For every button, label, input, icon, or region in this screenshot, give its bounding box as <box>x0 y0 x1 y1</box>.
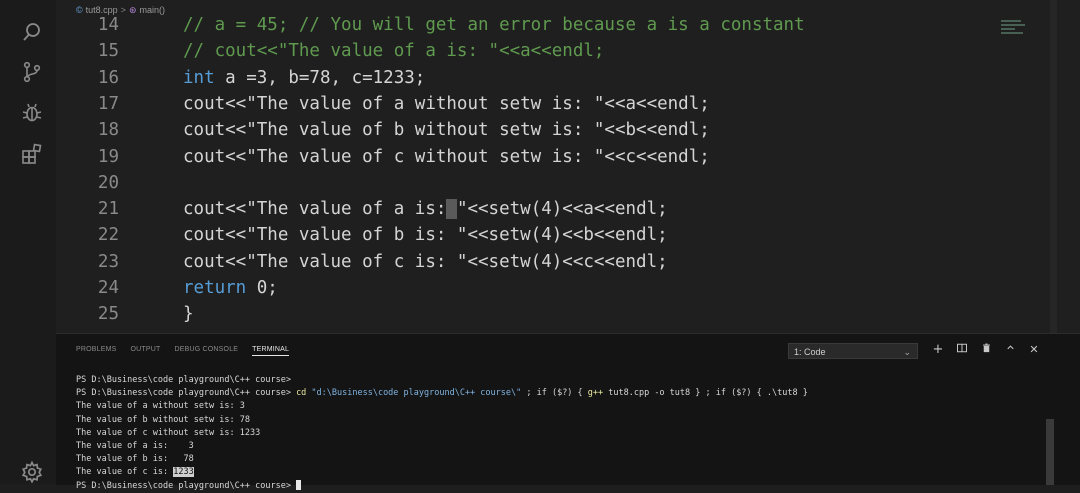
code-token: "<<setw(4)<<a<<endl; <box>456 199 668 220</box>
tab-terminal[interactable]: TERMINAL <box>252 346 290 356</box>
selected-text: 1233 <box>173 467 194 478</box>
code-line[interactable]: 16 int a =3, b=78, c=1233; <box>56 65 996 91</box>
code-line[interactable]: 22 cout<<"The value of b is: "<<setw(4)<<… <box>56 222 996 248</box>
code-token: a =3, b=78, c=1233; <box>214 67 426 88</box>
split-icon[interactable] <box>954 342 970 358</box>
terminal-line: The value of b is: 78 <box>76 453 194 466</box>
code-text[interactable]: cout<<"The value of b without setw is: "… <box>183 117 710 143</box>
tab-problems[interactable]: PROBLEMS <box>76 346 117 356</box>
close-icon[interactable]: ✕ <box>1026 342 1042 358</box>
code-line[interactable]: 18 cout<<"The value of b without setw is:… <box>56 117 996 143</box>
line-number: 21 <box>97 199 119 220</box>
terminal-line: PS D:\Business\code playground\C++ cours… <box>76 480 302 493</box>
line-number: 14 <box>97 15 119 35</box>
code-text[interactable]: return 0; <box>183 275 278 301</box>
code-line[interactable]: 25} <box>56 301 996 327</box>
code-token: cout<<"The value of a without setw is: "… <box>183 93 710 114</box>
code-token: cout<<"The value of b without setw is: "… <box>183 120 710 141</box>
settings-gear-icon[interactable] <box>20 460 44 484</box>
code-text[interactable]: } <box>183 301 194 327</box>
terminal-text: g++ <box>587 388 604 399</box>
search-icon[interactable] <box>20 20 44 44</box>
chevron-down-icon: ⌄ <box>903 347 911 357</box>
code-text[interactable]: // a = 45; // You will get an error beca… <box>183 12 805 38</box>
terminal-text: PS D:\Business\code playground\C++ cours… <box>76 388 297 399</box>
terminal-line: The value of a without setw is: 3 <box>76 400 245 413</box>
add-icon[interactable]: + <box>930 342 946 358</box>
terminal-line: PS D:\Business\code playground\C++ cours… <box>76 374 291 387</box>
line-number: 24 <box>97 278 119 298</box>
terminal-text: The value of b without setw is: 78 <box>76 414 250 425</box>
editor-scrollbar[interactable] <box>1050 0 1057 333</box>
line-number: 23 <box>97 251 119 272</box>
code-line[interactable]: 17 cout<<"The value of a without setw is:… <box>56 91 996 117</box>
terminal-text: The value of a is: 3 <box>76 441 194 451</box>
line-number: 19 <box>97 146 119 167</box>
terminal-line: The value of c without setw is: 1233 <box>76 427 260 440</box>
terminal-text: The value of c is: <box>76 467 174 478</box>
tab-output[interactable]: OUTPUT <box>131 346 161 356</box>
code-token: // a = 45; // You will get an error beca… <box>183 15 805 35</box>
code-editor[interactable]: © tut8.cpp > ⊛ main() 14// a = 45; // Yo… <box>56 0 1080 333</box>
debug-icon[interactable] <box>20 101 44 125</box>
code-token: // cout<<"The value of a is: "<<a<<endl; <box>183 41 605 62</box>
terminal-text: cd <box>296 388 312 399</box>
code-text[interactable]: cout<<"The value of a is: "<<setw(4)<<a<… <box>183 196 668 222</box>
terminal-text: PS D:\Business\code playground\C++ cours… <box>76 375 291 385</box>
trash-icon[interactable] <box>978 342 994 358</box>
code-token: 0; <box>246 278 278 298</box>
activity-bar <box>0 0 56 484</box>
code-text[interactable]: cout<<"The value of a without setw is: "… <box>183 91 710 117</box>
code-token: cout<<"The value of a is: <box>183 199 447 220</box>
code-text[interactable]: cout<<"The value of c without setw is: "… <box>183 144 710 170</box>
terminal-text: PS D:\Business\code playground\C++ cours… <box>76 480 297 491</box>
terminal-line: The value of b without setw is: 78 <box>76 414 250 427</box>
terminal-text: The value of b is: 78 <box>76 454 194 465</box>
extensions-icon[interactable] <box>20 142 44 166</box>
code-line[interactable]: 14 // a = 45; // You will get an error be… <box>56 12 996 38</box>
terminal-text: ; if ($?) { <box>521 388 588 399</box>
line-number: 16 <box>97 67 119 88</box>
code-line[interactable]: 15 // cout<<"The value of a is: "<<a<<end… <box>56 38 996 64</box>
terminal-cursor <box>296 480 302 491</box>
code-line[interactable]: 23 cout<<"The value of c is: "<<setw(4)<<… <box>56 249 996 275</box>
code-token: } <box>183 304 194 325</box>
tab-debug-console[interactable]: DEBUG CONSOLE <box>174 346 238 356</box>
terminal-select[interactable]: 1: Code ⌄ <box>788 343 918 359</box>
minimap[interactable] <box>1001 18 1027 46</box>
line-number: 20 <box>97 172 119 193</box>
terminal-line: PS D:\Business\code playground\C++ cours… <box>76 387 808 400</box>
terminal-text: "d:\Business\code playground\C++ course\… <box>311 388 522 399</box>
code-token: int <box>183 67 215 88</box>
terminal-select-value: 1: Code <box>794 347 826 357</box>
code-line[interactable]: 24 return 0; <box>56 275 996 301</box>
terminal-line: The value of c is: 1233 <box>76 466 194 479</box>
terminal-text: tut8.cpp -o tut8 } ; if ($?) { .\tut8 } <box>603 388 808 399</box>
terminal-text: The value of c without setw is: 1233 <box>76 427 261 438</box>
code-text[interactable]: cout<<"The value of b is: "<<setw(4)<<b<… <box>183 222 668 248</box>
line-number: 15 <box>97 41 119 62</box>
line-number: 25 <box>97 304 119 325</box>
terminal-scrollbar[interactable] <box>1046 419 1054 485</box>
text-cursor <box>446 199 457 220</box>
code-token: cout<<"The value of c is: "<<setw(4)<<c<… <box>183 251 668 272</box>
terminal-text: The value of a without setw is: 3 <box>76 401 245 412</box>
panel-tabs: PROBLEMS OUTPUT DEBUG CONSOLE TERMINAL <box>76 346 303 356</box>
code-text[interactable]: cout<<"The value of c is: "<<setw(4)<<c<… <box>183 249 668 275</box>
code-line[interactable]: 21 cout<<"The value of a is: "<<setw(4)<<… <box>56 196 996 222</box>
source-control-icon[interactable] <box>20 60 44 84</box>
code-token: return <box>183 278 247 298</box>
line-number: 17 <box>97 93 119 114</box>
code-text[interactable]: int a =3, b=78, c=1233; <box>183 65 425 91</box>
code-token: cout<<"The value of b is: "<<setw(4)<<b<… <box>183 225 668 246</box>
code-line[interactable]: 20 <box>56 170 996 196</box>
code-token: cout<<"The value of c without setw is: "… <box>183 146 710 167</box>
terminal-line: The value of a is: 3 <box>76 440 194 453</box>
chevron-up-icon[interactable] <box>1002 342 1018 358</box>
code-line[interactable]: 19 cout<<"The value of c without setw is:… <box>56 144 996 170</box>
line-number: 18 <box>97 120 119 141</box>
terminal-panel: PROBLEMS OUTPUT DEBUG CONSOLE TERMINAL 1: C… <box>56 333 1080 491</box>
code-text[interactable]: // cout<<"The value of a is: "<<a<<endl; <box>183 38 604 64</box>
line-number: 22 <box>97 225 119 246</box>
